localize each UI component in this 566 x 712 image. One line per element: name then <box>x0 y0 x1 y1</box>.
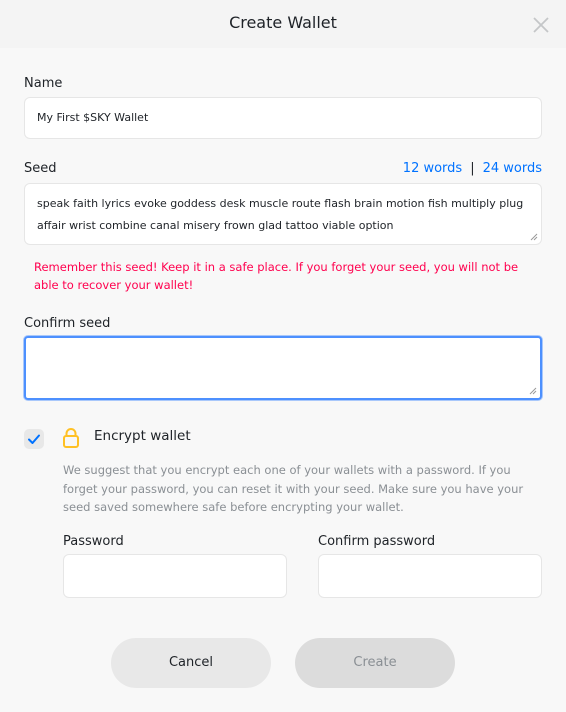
confirm-seed-label: Confirm seed <box>24 316 111 331</box>
seed-textarea[interactable]: speak faith lyrics evoke goddess desk mu… <box>24 183 542 245</box>
encrypt-description: We suggest that you encrypt each one of … <box>63 463 524 514</box>
resize-handle-icon[interactable] <box>529 387 537 395</box>
checkmark-icon <box>28 434 40 444</box>
dialog-header: Create Wallet <box>0 0 566 48</box>
24-words-link[interactable]: 24 words <box>483 161 542 176</box>
resize-handle-icon[interactable] <box>530 233 538 241</box>
create-wallet-dialog: Create Wallet Name My First $SKY Wallet … <box>0 0 566 712</box>
close-icon[interactable] <box>530 14 552 36</box>
seed-label: Seed <box>24 161 57 176</box>
lock-icon <box>62 427 80 449</box>
cancel-button[interactable]: Cancel <box>111 638 271 688</box>
encrypt-checkbox[interactable] <box>24 429 44 449</box>
12-words-link[interactable]: 12 words <box>403 161 462 176</box>
dialog-title: Create Wallet <box>229 13 337 32</box>
password-label: Password <box>63 534 124 549</box>
seed-length-separator: | <box>470 161 475 176</box>
seed-textarea-value: speak faith lyrics evoke goddess desk mu… <box>37 197 524 232</box>
confirm-password-label: Confirm password <box>318 534 436 549</box>
encrypt-wallet-label: Encrypt wallet <box>94 428 191 444</box>
confirm-password-input[interactable] <box>318 554 542 598</box>
confirm-seed-textarea[interactable] <box>24 336 542 400</box>
seed-length-links: 12 words | 24 words <box>403 161 542 176</box>
name-input-value: My First $SKY Wallet <box>37 111 149 124</box>
name-label: Name <box>24 76 63 91</box>
name-input[interactable]: My First $SKY Wallet <box>24 97 542 139</box>
seed-warning: Remember this seed! Keep it in a safe pl… <box>34 260 519 292</box>
create-button[interactable]: Create <box>295 638 455 688</box>
password-input[interactable] <box>63 554 287 598</box>
